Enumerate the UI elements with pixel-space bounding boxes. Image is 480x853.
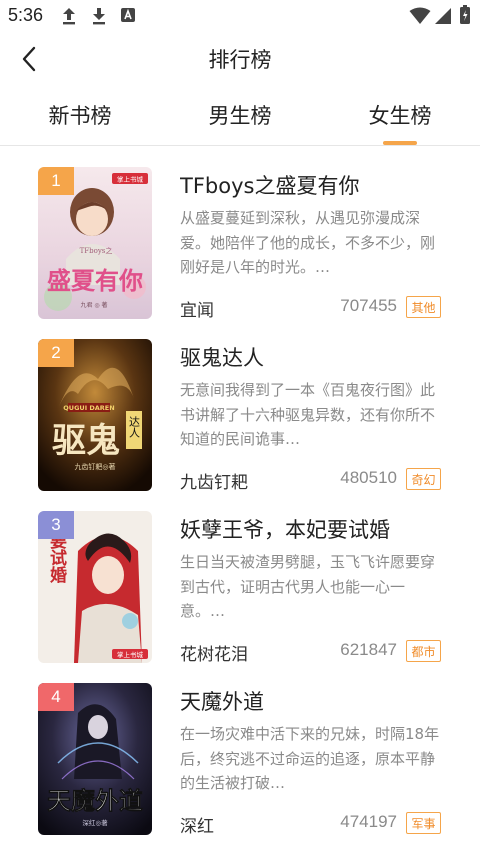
cover-author-text: 深红◎著 (82, 818, 108, 827)
rank-badge: 3 (38, 511, 74, 539)
book-author: 九齿钉耙 (180, 473, 248, 493)
book-title: TFboys之盛夏有你 (180, 174, 360, 198)
cover-author-text: 九君 ◎ 著 (80, 301, 107, 309)
book-count: 621847 (340, 640, 397, 659)
book-author: 花树花泪 (180, 645, 248, 665)
tab-new-books[interactable]: 新书榜 (0, 100, 160, 130)
wifi-icon (409, 7, 431, 29)
app-header: 排行榜 (0, 32, 480, 88)
cover-author-text: 九齿钉耙◎著 (74, 462, 115, 471)
book-item[interactable]: 盛夏有你 TFboys之 九君 ◎ 著 掌上书城 1 TFboys之盛夏有你 从… (0, 160, 480, 332)
rank-badge: 4 (38, 683, 74, 711)
book-title: 妖孽王爷，本妃要试婚 (180, 518, 390, 542)
tab-male[interactable]: 男生榜 (160, 100, 320, 130)
book-cover: QUGUI DAREN 驱鬼 达人 九齿钉耙◎著 2 (38, 339, 152, 491)
book-description: 从盛夏蔓延到深秋，从遇见弥漫成深爱。她陪伴了他的成长，不多不少，刚刚好是八年的时… (180, 209, 436, 276)
download-icon (90, 6, 108, 30)
status-bar: 5:36 (0, 0, 480, 32)
cover-subtitle-text: TFboys之 (80, 246, 113, 255)
cover-latin-text: QUGUI DAREN (63, 404, 114, 412)
book-author: 宜闻 (180, 301, 214, 321)
cover-subtitle-text: 达人 (128, 416, 141, 438)
status-time: 5:36 (8, 5, 44, 25)
font-app-icon (120, 6, 136, 28)
active-tab-indicator (383, 141, 417, 145)
ranking-tabs: 新书榜 男生榜 女生榜 (0, 88, 480, 146)
book-count: 474197 (340, 812, 397, 831)
rank-badge: 1 (38, 167, 74, 195)
book-description: 在一场灾难中活下来的兄妹，时隔18年后，终究逃不过命运的追逐，原本平静的生活被打… (180, 725, 440, 792)
book-count: 707455 (340, 296, 397, 315)
cover-seal-text: 掌上书城 (117, 175, 144, 184)
book-author: 深红 (180, 817, 214, 837)
upload-icon (60, 6, 78, 30)
book-tag: 军事 (406, 812, 441, 834)
rank-badge: 2 (38, 339, 74, 367)
battery-icon (459, 5, 471, 29)
book-description: 生日当天被渣男劈腿，玉飞飞许愿要穿到古代，证明古代男人也能一心一意。… (180, 553, 436, 620)
tab-female[interactable]: 女生榜 (320, 100, 480, 130)
cover-title-text: 驱鬼 (52, 421, 120, 461)
signal-icon (434, 7, 452, 29)
book-cover: 天魔外道 深红◎著 4 (38, 683, 152, 835)
book-description: 无意间我得到了一本《百鬼夜行图》此书讲解了十六种驱鬼异数，还有你所不知道的民间诡… (180, 381, 436, 448)
book-tag: 奇幻 (406, 468, 441, 490)
book-item[interactable]: QUGUI DAREN 驱鬼 达人 九齿钉耙◎著 2 驱鬼达人 无意间我得到了一… (0, 332, 480, 504)
book-tag: 都市 (406, 640, 441, 662)
cover-title-text: 盛夏有你 (47, 266, 143, 295)
book-cover: 妃要试婚 掌上书城 3 (38, 511, 152, 663)
cover-title-text: 天魔外道 (47, 786, 143, 815)
book-item[interactable]: 天魔外道 深红◎著 4 天魔外道 在一场灾难中活下来的兄妹，时隔18年后，终究逃… (0, 676, 480, 848)
book-cover: 盛夏有你 TFboys之 九君 ◎ 著 掌上书城 1 (38, 167, 152, 319)
cover-seal-text: 掌上书城 (117, 650, 144, 659)
book-title: 天魔外道 (180, 690, 264, 714)
page-title: 排行榜 (208, 48, 272, 72)
book-item[interactable]: 妃要试婚 掌上书城 3 妖孽王爷，本妃要试婚 生日当天被渣男劈腿，玉飞飞许愿要穿… (0, 504, 480, 676)
book-list: 盛夏有你 TFboys之 九君 ◎ 著 掌上书城 1 TFboys之盛夏有你 从… (0, 160, 480, 848)
book-tag: 其他 (406, 296, 441, 318)
book-count: 480510 (340, 468, 397, 487)
book-title: 驱鬼达人 (180, 346, 264, 370)
